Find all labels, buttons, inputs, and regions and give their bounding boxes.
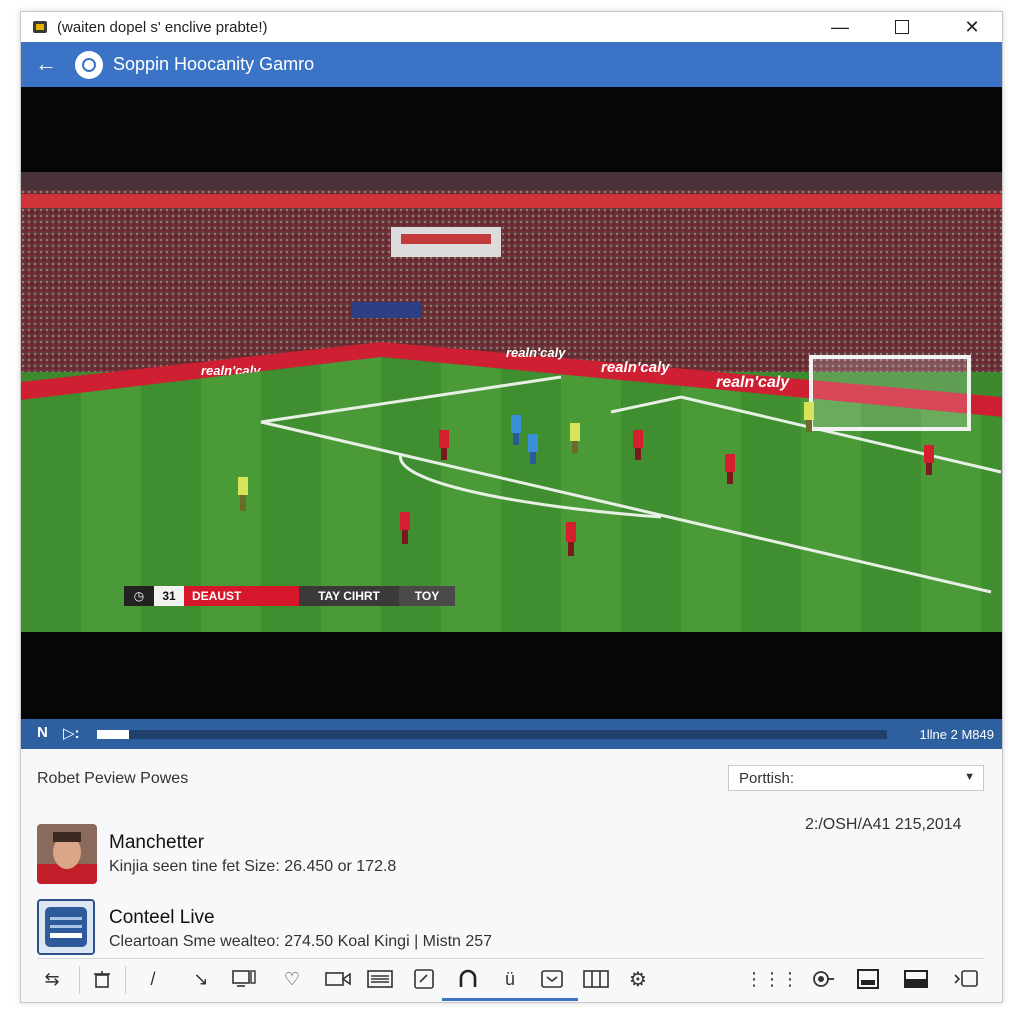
split-view-icon[interactable]	[581, 964, 611, 994]
trash-icon[interactable]	[87, 964, 117, 994]
clock-icon: ◷	[124, 586, 154, 606]
item-title: Manchetter	[109, 832, 205, 853]
player-controls: N ▷: 1llne 2 M849	[21, 719, 1002, 749]
back-button[interactable]: ←	[33, 52, 59, 78]
image-icon[interactable]	[853, 964, 883, 994]
chevron-down-icon: ▼	[964, 771, 975, 783]
channel-logo-icon	[37, 899, 95, 955]
item-meta: 2:/OSH/A41 215,2014	[805, 816, 962, 833]
active-tab-indicator	[442, 998, 578, 1001]
inbox-icon[interactable]	[537, 964, 567, 994]
maximize-icon	[895, 20, 909, 34]
home-team-label: DEAUST	[184, 586, 299, 606]
toolbar-separator	[125, 966, 126, 994]
list-item[interactable]: Conteel Live Cleartoan Sme wealteo: 274.…	[37, 899, 985, 961]
panel-heading: Robet Peview Powes	[37, 770, 189, 787]
grid-icon[interactable]: ⋮⋮⋮	[745, 964, 799, 994]
play-button[interactable]: ▷:	[63, 724, 80, 742]
item-subtitle: Cleartoan Sme wealteo: 274.50 Koal Kingi…	[109, 933, 493, 950]
keyboard-icon[interactable]	[365, 964, 395, 994]
mic-icon[interactable]: ü	[495, 964, 525, 994]
app-window: (waiten dopel s' enclive prabte!) — ✕ ← …	[20, 11, 1003, 1003]
score-label: TOY	[399, 586, 455, 606]
item-subtitle: Kinjia seen tine fet Size: 26.450 or 172…	[109, 858, 397, 875]
language-dropdown[interactable]: Porttish: ▼	[728, 765, 984, 791]
gear-icon[interactable]: ⚙	[623, 964, 653, 994]
headphones-icon[interactable]	[453, 964, 483, 994]
cast-icon[interactable]	[951, 964, 981, 994]
app-logo-icon	[75, 51, 103, 79]
maximize-button[interactable]	[879, 12, 925, 42]
camera-icon[interactable]	[323, 964, 353, 994]
match-video-frame[interactable]: realn'caly realn'caly realn'caly realn'c…	[21, 172, 1002, 632]
close-button[interactable]: ✕	[949, 12, 995, 42]
ad-board-text: realn'caly	[506, 345, 566, 360]
swap-icon[interactable]: ⇆	[37, 964, 67, 994]
fullscreen-icon[interactable]	[901, 964, 931, 994]
bottom-toolbar: ⇆ / ↘ ♡ ü ⚙ ⋮⋮⋮	[21, 958, 1002, 1002]
scoreboard-overlay: ◷ 31 DEAUST TAY CIHRT TOY	[124, 586, 455, 606]
app-title: Soppin Hoocanity Gamro	[113, 54, 315, 74]
previous-button[interactable]: N	[37, 724, 48, 741]
seek-bar[interactable]	[97, 730, 887, 739]
video-player[interactable]: realn'caly realn'caly realn'caly realn'c…	[21, 87, 1002, 719]
app-header: ← Soppin Hoocanity Gamro	[21, 42, 1002, 87]
monitor-icon[interactable]	[229, 964, 259, 994]
ad-board-text: realn'caly	[601, 359, 670, 376]
info-panel: Robet Peview Powes Porttish: ▼ Manchette…	[21, 749, 1002, 1002]
time-readout: 1llne 2 M849	[919, 727, 994, 742]
item-title: Conteel Live	[109, 907, 215, 928]
edit-box-icon[interactable]	[409, 964, 439, 994]
heart-icon[interactable]: ♡	[277, 964, 307, 994]
match-minute: 31	[154, 586, 184, 606]
pointer-icon[interactable]: ↘	[186, 964, 216, 994]
window-title: (waiten dopel s' enclive prabte!)	[57, 19, 268, 36]
toolbar-separator	[79, 966, 80, 994]
pen-icon[interactable]: /	[138, 964, 168, 994]
football-pitch-scene: realn'caly realn'caly realn'caly realn'c…	[21, 172, 1002, 632]
dropdown-value: Porttish:	[739, 770, 795, 787]
title-bar: (waiten dopel s' enclive prabte!) — ✕	[21, 12, 1002, 42]
away-team-label: TAY CIHRT	[299, 586, 399, 606]
ad-board-text: realn'caly	[716, 374, 790, 391]
app-window-icon	[33, 21, 47, 33]
minimize-button[interactable]: —	[817, 12, 863, 42]
record-icon[interactable]	[808, 964, 838, 994]
seek-bar-fill	[97, 730, 129, 739]
avatar	[37, 824, 97, 884]
